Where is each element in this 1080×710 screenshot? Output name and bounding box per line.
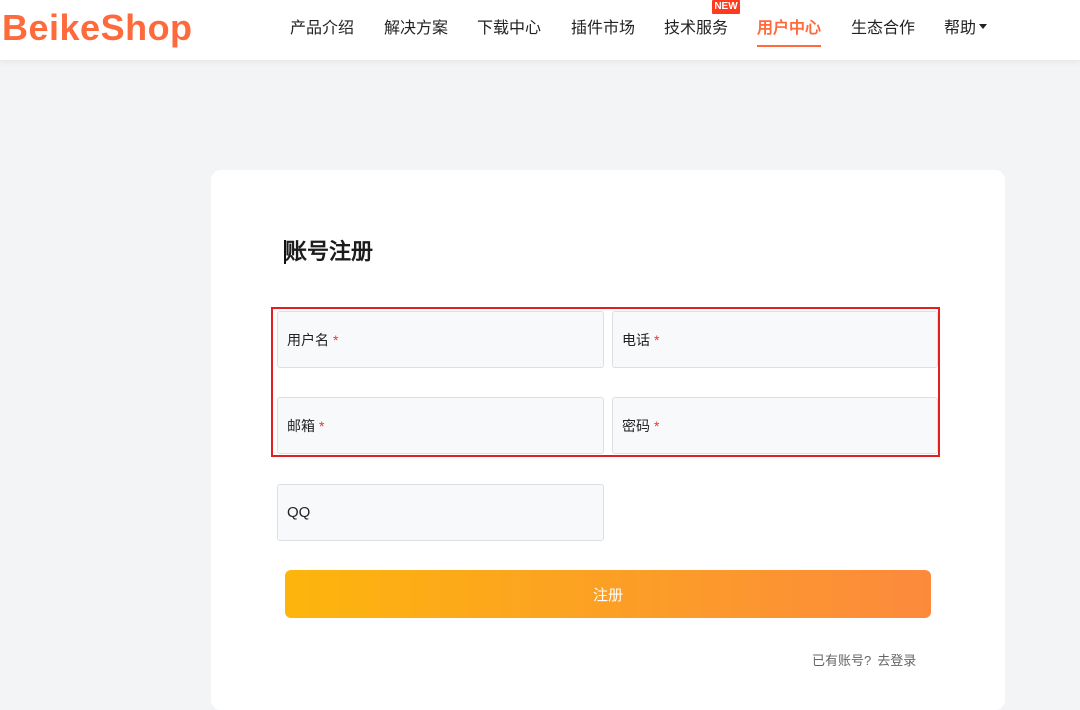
password-input[interactable]	[613, 398, 937, 453]
chevron-down-icon	[979, 24, 988, 30]
username-field[interactable]: 用户名 *	[277, 311, 604, 368]
new-badge: NEW	[712, 0, 740, 14]
nav-item-solutions[interactable]: 解决方案	[384, 18, 448, 40]
nav-item-help-label: 帮助	[944, 20, 977, 37]
qq-field[interactable]: QQ	[277, 484, 604, 541]
brand-logo[interactable]: BeikeShop	[2, 4, 193, 52]
password-field[interactable]: 密码 *	[612, 397, 938, 454]
phone-input[interactable]	[613, 312, 937, 367]
nav-item-tech-service[interactable]: 技术服务	[664, 18, 728, 40]
go-login-link[interactable]: 去登录	[877, 653, 916, 668]
qq-input[interactable]	[278, 485, 603, 540]
login-prompt-text: 已有账号?	[812, 653, 872, 668]
nav-item-product-intro[interactable]: 产品介绍	[290, 18, 354, 40]
page-title: 账号注册	[285, 239, 374, 264]
login-prompt-row: 已有账号? 去登录	[812, 650, 916, 669]
register-button[interactable]: 注册	[285, 570, 931, 618]
nav-item-help[interactable]: 帮助	[944, 18, 988, 40]
nav-item-user-center[interactable]: 用户中心	[757, 18, 822, 47]
nav-item-download-center[interactable]: 下载中心	[477, 18, 541, 40]
email-input[interactable]	[278, 398, 603, 453]
email-field[interactable]: 邮箱 *	[277, 397, 604, 454]
nav-item-plugin-market[interactable]: 插件市场	[571, 18, 635, 40]
username-input[interactable]	[278, 312, 603, 367]
phone-field[interactable]: 电话 *	[612, 311, 938, 368]
nav-item-ecosystem[interactable]: 生态合作	[851, 18, 915, 40]
top-navbar: BeikeShop 产品介绍 解决方案 下载中心 插件市场 技术服务 NEW 用…	[0, 0, 1080, 60]
